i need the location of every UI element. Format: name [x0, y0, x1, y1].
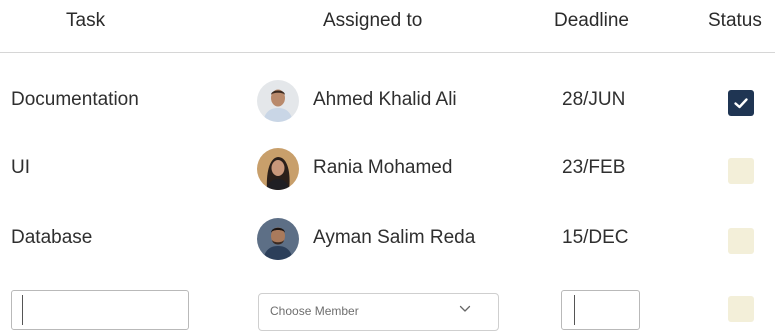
- column-header-assigned-to: Assigned to: [323, 10, 423, 31]
- member-name: Ahmed Khalid Ali: [313, 89, 457, 110]
- chevron-down-icon: [459, 305, 471, 312]
- task-name: Documentation: [11, 89, 139, 110]
- text-caret: [22, 295, 23, 325]
- status-checkbox[interactable]: [728, 296, 754, 322]
- table-row: Documentation Ahmed Khalid Ali 28/JUN: [0, 77, 775, 127]
- new-task-row: Choose Member: [0, 290, 775, 331]
- text-caret: [574, 295, 575, 325]
- deadline-value: 15/DEC: [562, 227, 629, 248]
- table-row: UI Rania Mohamed 23/FEB: [0, 145, 775, 195]
- avatar-man-icon: [257, 218, 299, 260]
- task-name: UI: [11, 157, 30, 178]
- avatar-woman-icon: [257, 148, 299, 190]
- deadline-input[interactable]: [561, 290, 640, 330]
- table-header: Task Assigned to Deadline Status: [0, 0, 775, 53]
- deadline-value: 23/FEB: [562, 157, 626, 178]
- avatar-man-light-shirt-icon: [257, 80, 299, 122]
- status-checkbox[interactable]: [728, 228, 754, 254]
- member-select-dropdown[interactable]: Choose Member: [258, 293, 499, 331]
- column-header-status: Status: [708, 10, 762, 31]
- deadline-value: 28/JUN: [562, 89, 626, 110]
- status-checkbox[interactable]: [728, 158, 754, 184]
- table-row: Database Ayman Salim Reda 15/DEC: [0, 215, 775, 265]
- column-header-task: Task: [66, 10, 106, 31]
- checkmark-icon: [734, 98, 748, 109]
- member-name: Rania Mohamed: [313, 157, 453, 178]
- task-name: Database: [11, 227, 93, 248]
- member-select-placeholder: Choose Member: [270, 304, 359, 318]
- task-name-input[interactable]: [11, 290, 189, 330]
- column-header-deadline: Deadline: [554, 10, 629, 31]
- member-name: Ayman Salim Reda: [313, 227, 476, 248]
- status-checkbox-checked[interactable]: [728, 90, 754, 116]
